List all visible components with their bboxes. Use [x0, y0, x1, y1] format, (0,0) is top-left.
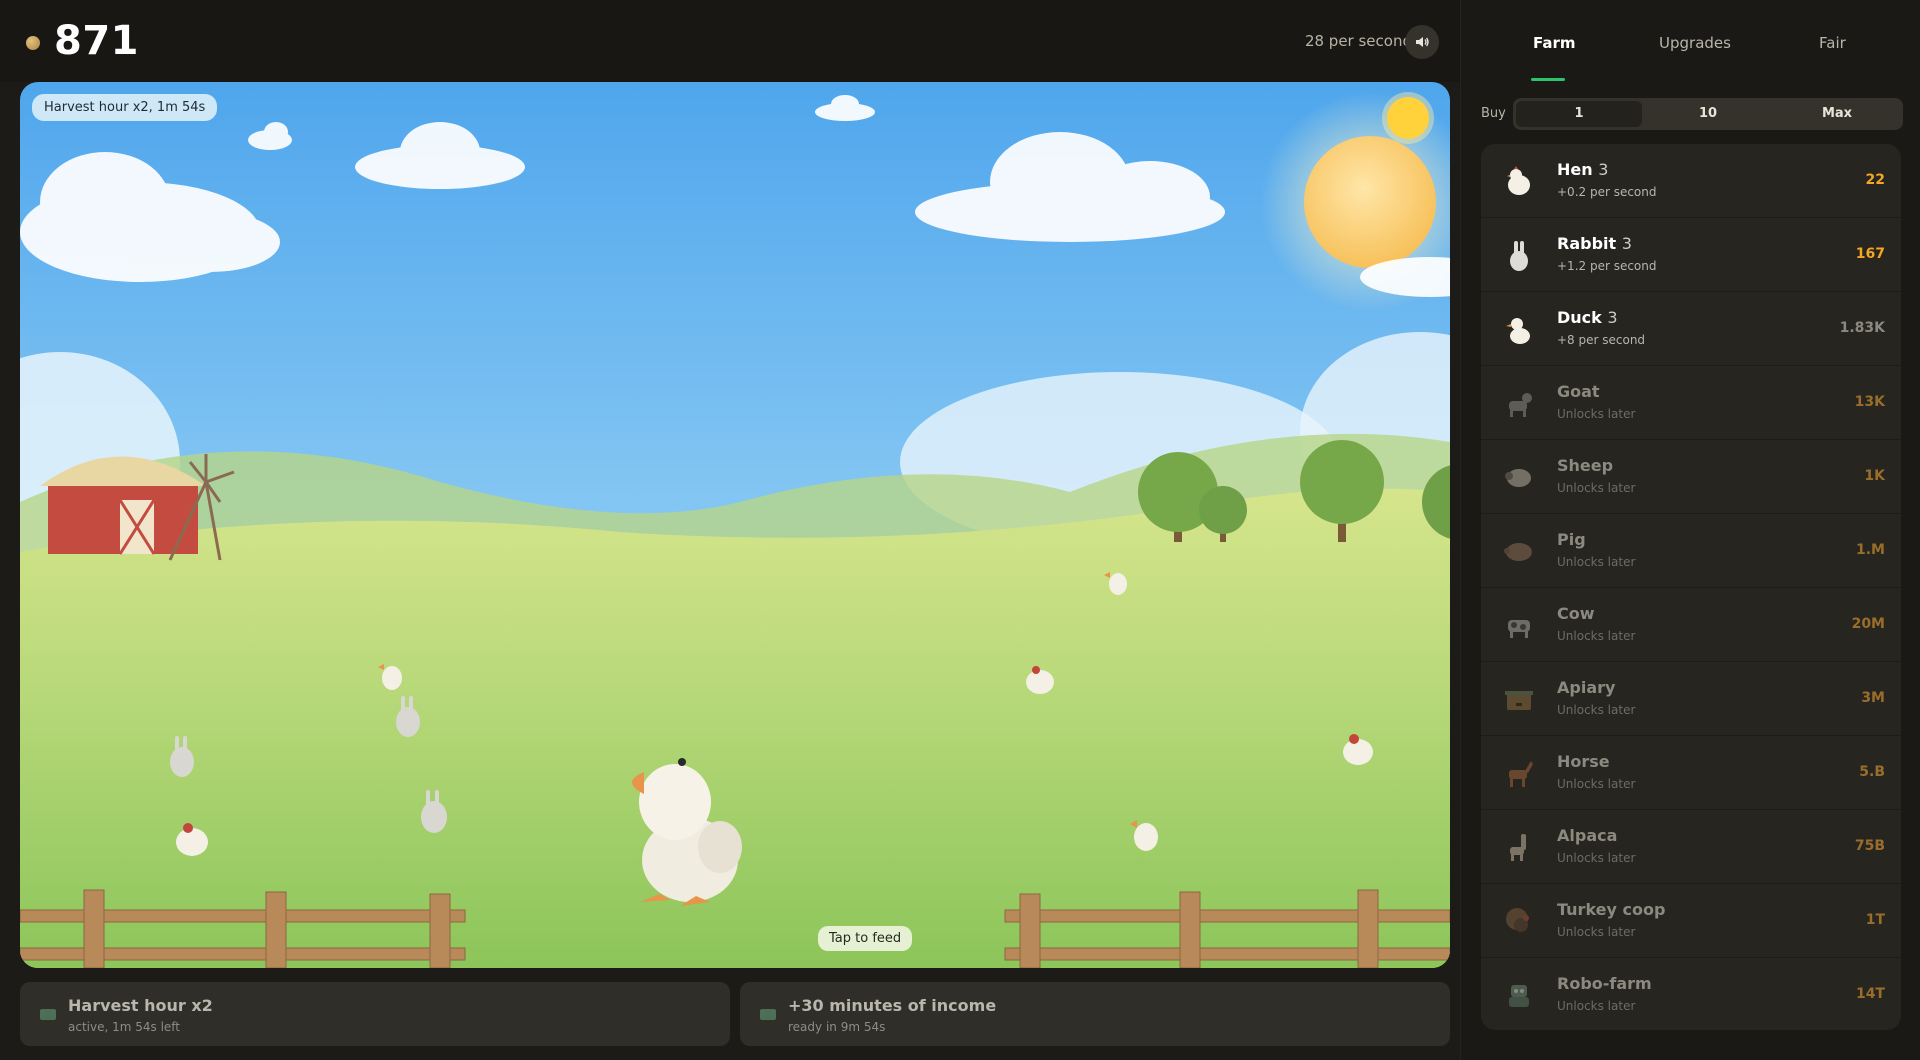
animal-rate: Unlocks later	[1557, 999, 1636, 1013]
active-tab-indicator	[1531, 78, 1565, 81]
animal-row-hen[interactable]: Hen 3 +0.2 per second 22	[1481, 144, 1901, 218]
farm-illustration	[20, 82, 1450, 968]
sheep-icon	[1505, 469, 1531, 487]
buy-10-button[interactable]: 10	[1645, 101, 1771, 127]
animal-row-apiary[interactable]: Apiary Unlocks later 3M	[1481, 662, 1901, 736]
sound-toggle-button[interactable]	[1405, 25, 1439, 59]
buy-1-button[interactable]: 1	[1516, 101, 1642, 127]
income-boost-card[interactable]: +30 minutes of income ready in 9m 54s	[740, 982, 1450, 1046]
animal-row-robo-farm[interactable]: Robo-farm Unlocks later 14T	[1481, 958, 1901, 1030]
animal-price: 75B	[1854, 838, 1885, 854]
animal-name: Robo-farm	[1557, 974, 1652, 993]
boost-title: +30 minutes of income	[788, 996, 997, 1015]
animal-price: 20M	[1851, 616, 1885, 632]
alpaca-icon	[1510, 834, 1526, 861]
animal-name: Rabbit 3	[1557, 234, 1632, 253]
animal-name: Cow	[1557, 604, 1595, 623]
animal-name: Turkey coop	[1557, 900, 1666, 919]
tap-to-feed-hint: Tap to feed	[818, 926, 913, 951]
animal-rate: +0.2 per second	[1557, 185, 1657, 199]
animal-price: 22	[1865, 172, 1885, 188]
coin-icon	[26, 36, 40, 50]
animal-row-turkey-coop[interactable]: Turkey coop Unlocks later 1T	[1481, 884, 1901, 958]
animal-row-pig[interactable]: Pig Unlocks later 1.M	[1481, 514, 1901, 588]
animal-rate: +8 per second	[1557, 333, 1646, 347]
animal-price: 5.B	[1859, 764, 1885, 780]
animal-rate: Unlocks later	[1557, 555, 1636, 569]
animal-row-horse[interactable]: Horse Unlocks later 5.B	[1481, 736, 1901, 810]
speaker-icon	[1416, 37, 1429, 47]
animal-price: 1.M	[1856, 542, 1885, 558]
animal-row-cow[interactable]: Cow Unlocks later 20M	[1481, 588, 1901, 662]
beehive-icon	[1505, 691, 1533, 710]
farm-scene[interactable]	[20, 82, 1450, 968]
animal-rate: Unlocks later	[1557, 851, 1636, 865]
tab-farm[interactable]: Farm	[1533, 34, 1576, 52]
game-app: 871 28 per second Harvest hour x2, 1m 54…	[0, 0, 1920, 1060]
harvest-boost-card[interactable]: Harvest hour x2 active, 1m 54s left	[20, 982, 730, 1046]
ticket-icon	[760, 1009, 776, 1020]
animal-row-duck[interactable]: Duck 3 +8 per second 1.83K	[1481, 292, 1901, 366]
pig-icon	[1504, 543, 1532, 561]
buy-max-button[interactable]: Max	[1774, 101, 1900, 127]
active-boost-chip: Harvest hour x2, 1m 54s	[32, 94, 218, 121]
animal-price: 1T	[1865, 912, 1885, 928]
animal-row-sheep[interactable]: Sheep Unlocks later 1K	[1481, 440, 1901, 514]
income-rate: 28 per second	[1304, 32, 1412, 50]
animal-name: Goat	[1557, 382, 1600, 401]
boost-subtitle: ready in 9m 54s	[788, 1020, 886, 1034]
rabbit-icon	[1510, 241, 1528, 271]
goat-icon	[1509, 393, 1532, 417]
tab-fair[interactable]: Fair	[1819, 34, 1846, 52]
animal-rate: +1.2 per second	[1557, 259, 1657, 273]
coin-counter: 871	[54, 18, 139, 64]
animal-name: Horse	[1557, 752, 1610, 771]
buy-quantity-selector: 1 10 Max	[1513, 98, 1903, 130]
turkey-icon	[1506, 908, 1529, 932]
shop-tabs: Farm Upgrades Fair	[1461, 0, 1920, 82]
robot-icon	[1509, 985, 1529, 1007]
animal-rate: Unlocks later	[1557, 925, 1636, 939]
animal-rate: Unlocks later	[1557, 777, 1636, 791]
animal-price: 167	[1855, 246, 1885, 262]
animal-price: 14T	[1855, 986, 1885, 1002]
sun-bonus-icon[interactable]	[1387, 97, 1429, 139]
animal-name: Alpaca	[1557, 826, 1618, 845]
animal-row-alpaca[interactable]: Alpaca Unlocks later 75B	[1481, 810, 1901, 884]
farm-view: 871 28 per second Harvest hour x2, 1m 54…	[0, 0, 1460, 1060]
animal-rate: Unlocks later	[1557, 703, 1636, 717]
animal-price: 1K	[1864, 468, 1885, 484]
horse-icon	[1509, 761, 1533, 787]
animal-price: 13K	[1854, 394, 1885, 410]
animal-row-rabbit[interactable]: Rabbit 3 +1.2 per second 167	[1481, 218, 1901, 292]
animal-name: Pig	[1557, 530, 1586, 549]
animal-price: 3M	[1861, 690, 1885, 706]
hen-icon	[1507, 166, 1530, 195]
duck-icon	[1506, 318, 1530, 344]
cow-icon	[1508, 620, 1530, 638]
boost-subtitle: active, 1m 54s left	[68, 1020, 181, 1034]
sun	[1304, 136, 1436, 268]
tab-upgrades[interactable]: Upgrades	[1659, 34, 1731, 52]
animal-name: Sheep	[1557, 456, 1614, 475]
animal-rate: Unlocks later	[1557, 629, 1636, 643]
boost-title: Harvest hour x2	[68, 996, 213, 1015]
buy-label: Buy	[1481, 106, 1506, 121]
animal-list: Hen 3 +0.2 per second 22 Rabbit 3 +1.2 p…	[1481, 144, 1901, 1030]
animal-price: 1.83K	[1839, 320, 1885, 336]
ticket-icon	[40, 1009, 56, 1020]
animal-row-goat[interactable]: Goat Unlocks later 13K	[1481, 366, 1901, 440]
animal-name: Apiary	[1557, 678, 1616, 697]
shop-panel: Farm Upgrades Fair Buy 1 10 Max Hen 3 +0…	[1460, 0, 1920, 1060]
animal-rate: Unlocks later	[1557, 481, 1636, 495]
animal-name: Hen 3	[1557, 160, 1609, 179]
animal-rate: Unlocks later	[1557, 407, 1636, 421]
animal-name: Duck 3	[1557, 308, 1618, 327]
top-bar: 871 28 per second	[0, 0, 1460, 82]
